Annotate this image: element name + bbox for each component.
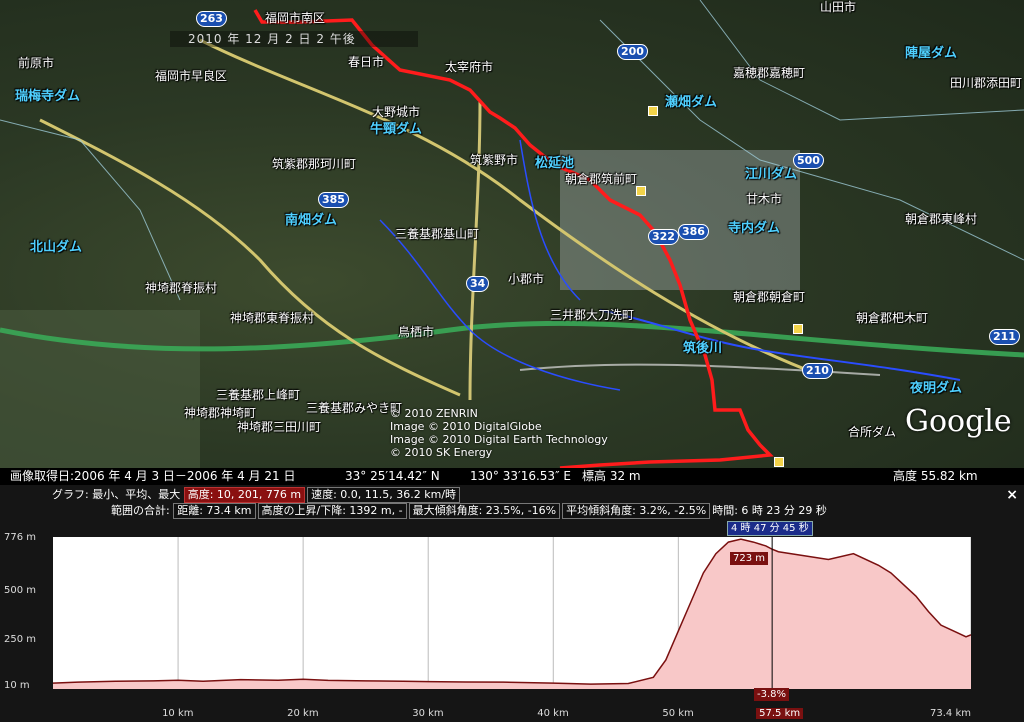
place-label: 神埼郡東脊振村 [230,311,315,325]
place-label: 筑紫郡那珂川町 [272,157,357,171]
route-shield: 500 [793,153,824,169]
place-label: 三井郡大刀洗町 [550,308,635,322]
place-label: 春日市 [348,55,385,69]
range-summary-row: 範囲の合計: 距離: 73.4 km 高度の上昇/下降: 1392 m, - 最大傾… [111,503,827,519]
place-label: 嘉穂郡嘉穂町 [733,66,806,80]
place-label: 太宰府市 [445,60,494,74]
dam-label: 筑後川 [683,341,723,356]
x-tick-label: 20 km [287,708,319,719]
elevation-chart[interactable] [52,537,972,689]
route-shield: 200 [617,44,648,60]
y-tick-label: 500 m [4,585,37,597]
route-shield: 34 [466,276,490,292]
imagery-date: 画像取得日:2006 年 4 月 3 日－2006 年 4 月 21 日 [10,469,296,483]
x-tick-label: 50 km [662,708,694,719]
place-label: 前原市 [18,56,55,70]
poi-marker[interactable] [648,106,658,116]
dam-label: 夜明ダム [910,381,963,396]
y-tick-label: 250 m [4,633,37,645]
elevation-chart-svg [52,537,972,689]
x-tick-label: 40 km [537,708,569,719]
place-label: 三養基郡みやき町 [306,401,403,415]
dam-label: 北山ダム [30,240,83,255]
x-tick-label: 10 km [162,708,194,719]
route-shield: 210 [802,363,833,379]
place-label: 福岡市南区 [265,11,326,25]
elevation-profile-panel: グラフ: 最小、平均、最大 高度: 10, 201, 776 m 速度: 0.0,… [0,485,1024,722]
dam-label: 寺内ダム [728,221,781,236]
height-stat-button[interactable]: 高度: 10, 201, 776 m [183,487,306,503]
place-label: 神埼郡脊振村 [145,281,218,295]
place-label: 朝倉郡筑前町 [565,172,638,186]
cursor-time-label: 4 時 47 分 45 秒 [727,521,813,536]
place-label: 朝倉郡東峰村 [905,212,978,226]
longitude: 130° 33′16.53″ E [470,469,571,483]
dam-label: 瀬畑ダム [665,95,718,110]
y-tick-label: 776 m [4,532,37,543]
place-label: 三養基郡基山町 [395,227,480,241]
y-tick-label: 10 m [4,680,30,691]
place-label: 鳥栖市 [398,325,435,339]
dam-label: 牛頸ダム [370,122,423,137]
poi-marker[interactable] [636,186,646,196]
elevation-area [53,539,971,689]
place-label: 三養基郡上峰町 [216,388,301,402]
copyright-notice: © 2010 ZENRIN Image © 2010 DigitalGlobe … [390,407,608,459]
dam-label: 陣屋ダム [905,46,958,61]
place-label: 福岡市早良区 [155,69,228,83]
cursor-elevation-label: 723 m [730,552,769,565]
map-overlay [0,0,1024,468]
x-tick-label: 73.4 km [930,708,971,719]
route-shield: 385 [318,192,349,208]
dam-label: 瑞梅寺ダム [15,89,81,104]
x-tick-label: 30 km [412,708,444,719]
cursor-slope-label: -3.8% [754,688,790,701]
speed-stat-button[interactable]: 速度: 0.0, 11.5, 36.2 km/時 [307,487,461,503]
route-shield: 211 [989,329,1020,345]
place-label: 朝倉郡杷木町 [856,311,929,325]
status-bar: 画像取得日:2006 年 4 月 3 日－2006 年 4 月 21 日 33°… [0,468,1024,485]
route-shield: 263 [196,11,227,27]
place-label: 田川郡添田町 [950,76,1023,90]
poi-marker[interactable] [774,457,784,467]
place-label: 小郡市 [508,272,545,286]
latitude: 33° 25′14.42″ N [345,469,440,483]
eye-altitude: 高度 55.82 km [893,469,978,483]
x-tick-label: 57.5 km [756,708,804,719]
route-shield: 386 [678,224,709,240]
place-label: 神埼郡三田川町 [237,420,322,434]
map-view[interactable]: 2010 年 12 月 2 日 2 午後 福岡市南区前原市 春日市福岡市早良区 太宰… [0,0,1024,468]
close-icon[interactable]: × [1006,487,1018,503]
place-label: 神埼郡神埼町 [184,406,257,420]
dam-label: 南畑ダム [285,213,338,228]
place-label: 筑紫野市 [470,153,519,167]
dam-label: 江川ダム [745,167,798,182]
place-label: 甘木市 [746,192,783,206]
route-shield: 322 [648,229,679,245]
place-label: 朝倉郡朝倉町 [733,290,806,304]
place-label: 大野城市 [372,105,421,119]
poi-marker[interactable] [793,324,803,334]
dam-label: 松延池 [535,156,575,171]
google-logo: Google [905,404,1012,439]
elevation: 標高 32 m [582,469,641,483]
place-label: 合所ダム [848,425,897,439]
time-slider-label[interactable]: 2010 年 12 月 2 日 2 午後 [170,31,418,47]
place-label: 山田市 [820,0,857,14]
graph-stats-row: グラフ: 最小、平均、最大 高度: 10, 201, 776 m 速度: 0.0,… [52,487,462,503]
